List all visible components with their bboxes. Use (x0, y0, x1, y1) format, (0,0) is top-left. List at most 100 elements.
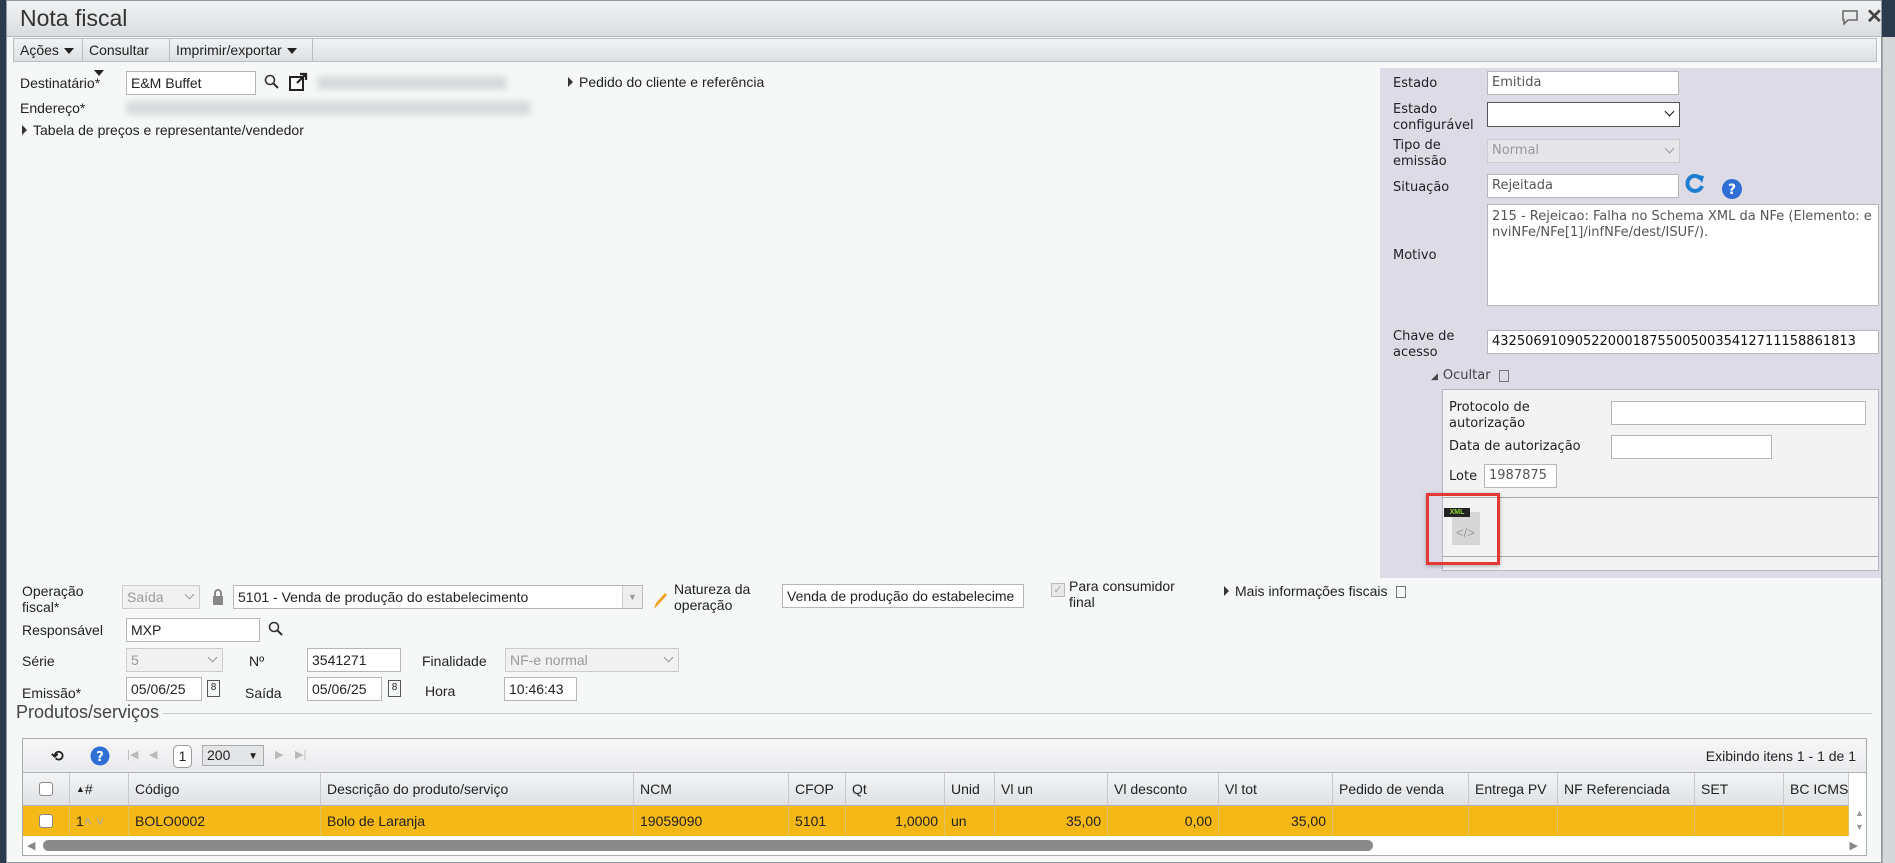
select-value: NF-e normal (510, 652, 588, 668)
cell-unid: un (945, 806, 995, 836)
column-header-nf-referenciada[interactable]: NF Referenciada (1558, 773, 1695, 805)
column-header-unid[interactable]: Unid (945, 773, 995, 805)
cell-value: 35,00 (1290, 813, 1326, 829)
calendar-icon[interactable]: 8 (388, 680, 401, 697)
protocolo-input[interactable] (1611, 401, 1866, 425)
cell-select[interactable] (23, 806, 70, 836)
natureza-input[interactable]: Venda de produção do estabelecime (782, 584, 1024, 608)
label-line: autorização (1449, 416, 1526, 431)
prev-page-icon[interactable]: ◀ (149, 748, 157, 761)
hora-input[interactable]: 10:46:43 (504, 677, 577, 701)
chevron-down-icon (1664, 143, 1675, 154)
page-number-input[interactable]: 1 (173, 745, 192, 768)
data-autorizacao-input[interactable] (1611, 435, 1772, 459)
lote-input[interactable]: 1987875 (1484, 464, 1557, 488)
tipo-emissao-select[interactable]: Normal (1487, 139, 1680, 163)
title-bar: Nota fiscal ✕ (7, 1, 1883, 37)
emissao-date-input[interactable]: 05/06/25 (126, 677, 202, 701)
scroll-right-icon[interactable]: ▶ (1850, 839, 1858, 852)
column-label: Descrição do produto/serviço (327, 781, 509, 797)
toggle-label: Ocultar (1442, 368, 1491, 383)
column-header-cfop[interactable]: CFOP (789, 773, 846, 805)
grid-header: ▲ # Código Descrição do produto/serviço NCM… (23, 773, 1849, 806)
search-icon[interactable] (268, 621, 284, 637)
column-header-ncm[interactable]: NCM (634, 773, 789, 805)
situacao-label: Situação (1393, 180, 1450, 195)
column-header-select[interactable] (23, 773, 70, 805)
help-icon[interactable]: ? (1721, 178, 1743, 200)
estado-input[interactable]: Emitida (1487, 71, 1679, 95)
serie-select[interactable]: 5 (126, 648, 223, 672)
column-header-vl-desconto[interactable]: Vl desconto (1108, 773, 1219, 805)
chat-icon[interactable] (1840, 8, 1860, 26)
column-header-vl-un[interactable]: Vl un (995, 773, 1108, 805)
column-header-pedido-venda[interactable]: Pedido de venda (1333, 773, 1469, 805)
motivo-textarea[interactable]: 215 - Rejeicao: Falha no Schema XML da N… (1487, 204, 1879, 306)
external-link-icon[interactable] (288, 72, 308, 92)
chave-acesso-label: Chave de acesso (1393, 329, 1454, 361)
highlight-box (1426, 493, 1500, 565)
next-page-icon[interactable]: ▶ (275, 748, 283, 761)
close-icon[interactable]: ✕ (1866, 4, 1883, 29)
vertical-scrollbar[interactable]: ▲ ▼ (1855, 806, 1865, 836)
last-page-icon[interactable]: ▶| (295, 748, 306, 761)
tabela-precos-link[interactable]: Tabela de preços e representante/vendedo… (22, 122, 304, 138)
select-all-checkbox[interactable] (39, 782, 53, 796)
estado-configuravel-select[interactable] (1487, 102, 1680, 127)
help-icon[interactable]: ? (90, 746, 110, 766)
menu-label: Imprimir/exportar (176, 42, 282, 58)
numero-input[interactable]: 3541271 (307, 648, 401, 672)
menu-consultar[interactable]: Consultar (83, 39, 170, 77)
saida-date-input[interactable]: 05/06/25 (307, 677, 382, 701)
search-icon[interactable] (264, 74, 280, 90)
label-line: configurável (1393, 118, 1474, 133)
page-scrollbar[interactable] (1882, 37, 1895, 863)
dropdown-arrow-icon[interactable]: ▼ (622, 586, 642, 608)
column-header-entrega-pv[interactable]: Entrega PV (1469, 773, 1558, 805)
finalidade-select[interactable]: NF-e normal (505, 648, 679, 672)
situacao-input[interactable]: Rejeitada (1487, 174, 1679, 198)
scrollbar-thumb[interactable] (43, 840, 1373, 851)
pencil-icon[interactable] (651, 591, 667, 611)
mais-info-fiscais-link[interactable]: Mais informações fiscais (1224, 583, 1406, 599)
label-line: Estado (1393, 102, 1438, 117)
serie-label: Série (22, 653, 55, 669)
ocultar-toggle[interactable]: ◢ Ocultar (1431, 368, 1509, 385)
chave-acesso-input[interactable]: 4325069109052200018755005003541271115886… (1487, 330, 1879, 354)
cell-entrega-pv (1469, 806, 1558, 836)
menu-imprimir-exportar[interactable]: Imprimir/exportar (170, 39, 313, 61)
produtos-section-title: Produtos/serviços (16, 702, 164, 722)
row-checkbox[interactable] (39, 814, 53, 828)
operacao-tipo-select[interactable]: Saída (122, 585, 200, 609)
reorder-arrows-icon[interactable]: ˄ ˅ (84, 813, 104, 829)
first-page-icon[interactable]: |◀ (127, 748, 138, 761)
table-row[interactable]: 1 ˄ ˅ BOLO0002 Bolo de Laranja 19059090 5101… (23, 806, 1849, 836)
column-header-codigo[interactable]: Código (129, 773, 321, 805)
scroll-left-icon[interactable]: ◀ (27, 839, 35, 852)
products-grid: ⟲ ? |◀ ◀ 1 200 ▼ ▶ ▶| Exibindo itens 1 - … (22, 738, 1867, 856)
calendar-icon[interactable]: 8 (207, 680, 220, 697)
destinatario-input[interactable]: E&M Buffet (126, 71, 256, 95)
chevron-down-icon (207, 652, 218, 663)
cell-vl-un: 35,00 (995, 806, 1108, 836)
column-header-index[interactable]: ▲ # (70, 773, 129, 805)
collapse-triangle-icon: ◢ (1431, 372, 1438, 382)
column-header-bc-icms[interactable]: BC ICMS (1784, 773, 1849, 805)
consumidor-final-checkbox[interactable]: ✓ (1051, 583, 1065, 597)
column-header-qt[interactable]: Qt (846, 773, 945, 805)
responsavel-input[interactable]: MXP (126, 618, 260, 642)
lote-label: Lote (1449, 469, 1478, 484)
select-value: 200 (207, 747, 231, 763)
horizontal-scrollbar[interactable]: ◀ ▶ (23, 837, 1866, 854)
refresh-icon[interactable] (1684, 172, 1706, 194)
column-label: CFOP (795, 781, 834, 797)
refresh-grid-icon[interactable]: ⟲ (51, 747, 64, 765)
column-header-set[interactable]: SET (1695, 773, 1784, 805)
operacao-fiscal-combobox[interactable]: 5101 - Venda de produção do estabelecime… (233, 585, 643, 609)
column-header-vl-tot[interactable]: Vl tot (1219, 773, 1333, 805)
pedido-cliente-link[interactable]: Pedido do cliente e referência (568, 74, 764, 90)
column-header-descricao[interactable]: Descrição do produto/serviço (321, 773, 634, 805)
menu-acoes[interactable]: Ações (14, 39, 83, 61)
cell-index: 1 ˄ ˅ (70, 806, 129, 836)
page-size-select[interactable]: 200 ▼ (202, 745, 264, 766)
